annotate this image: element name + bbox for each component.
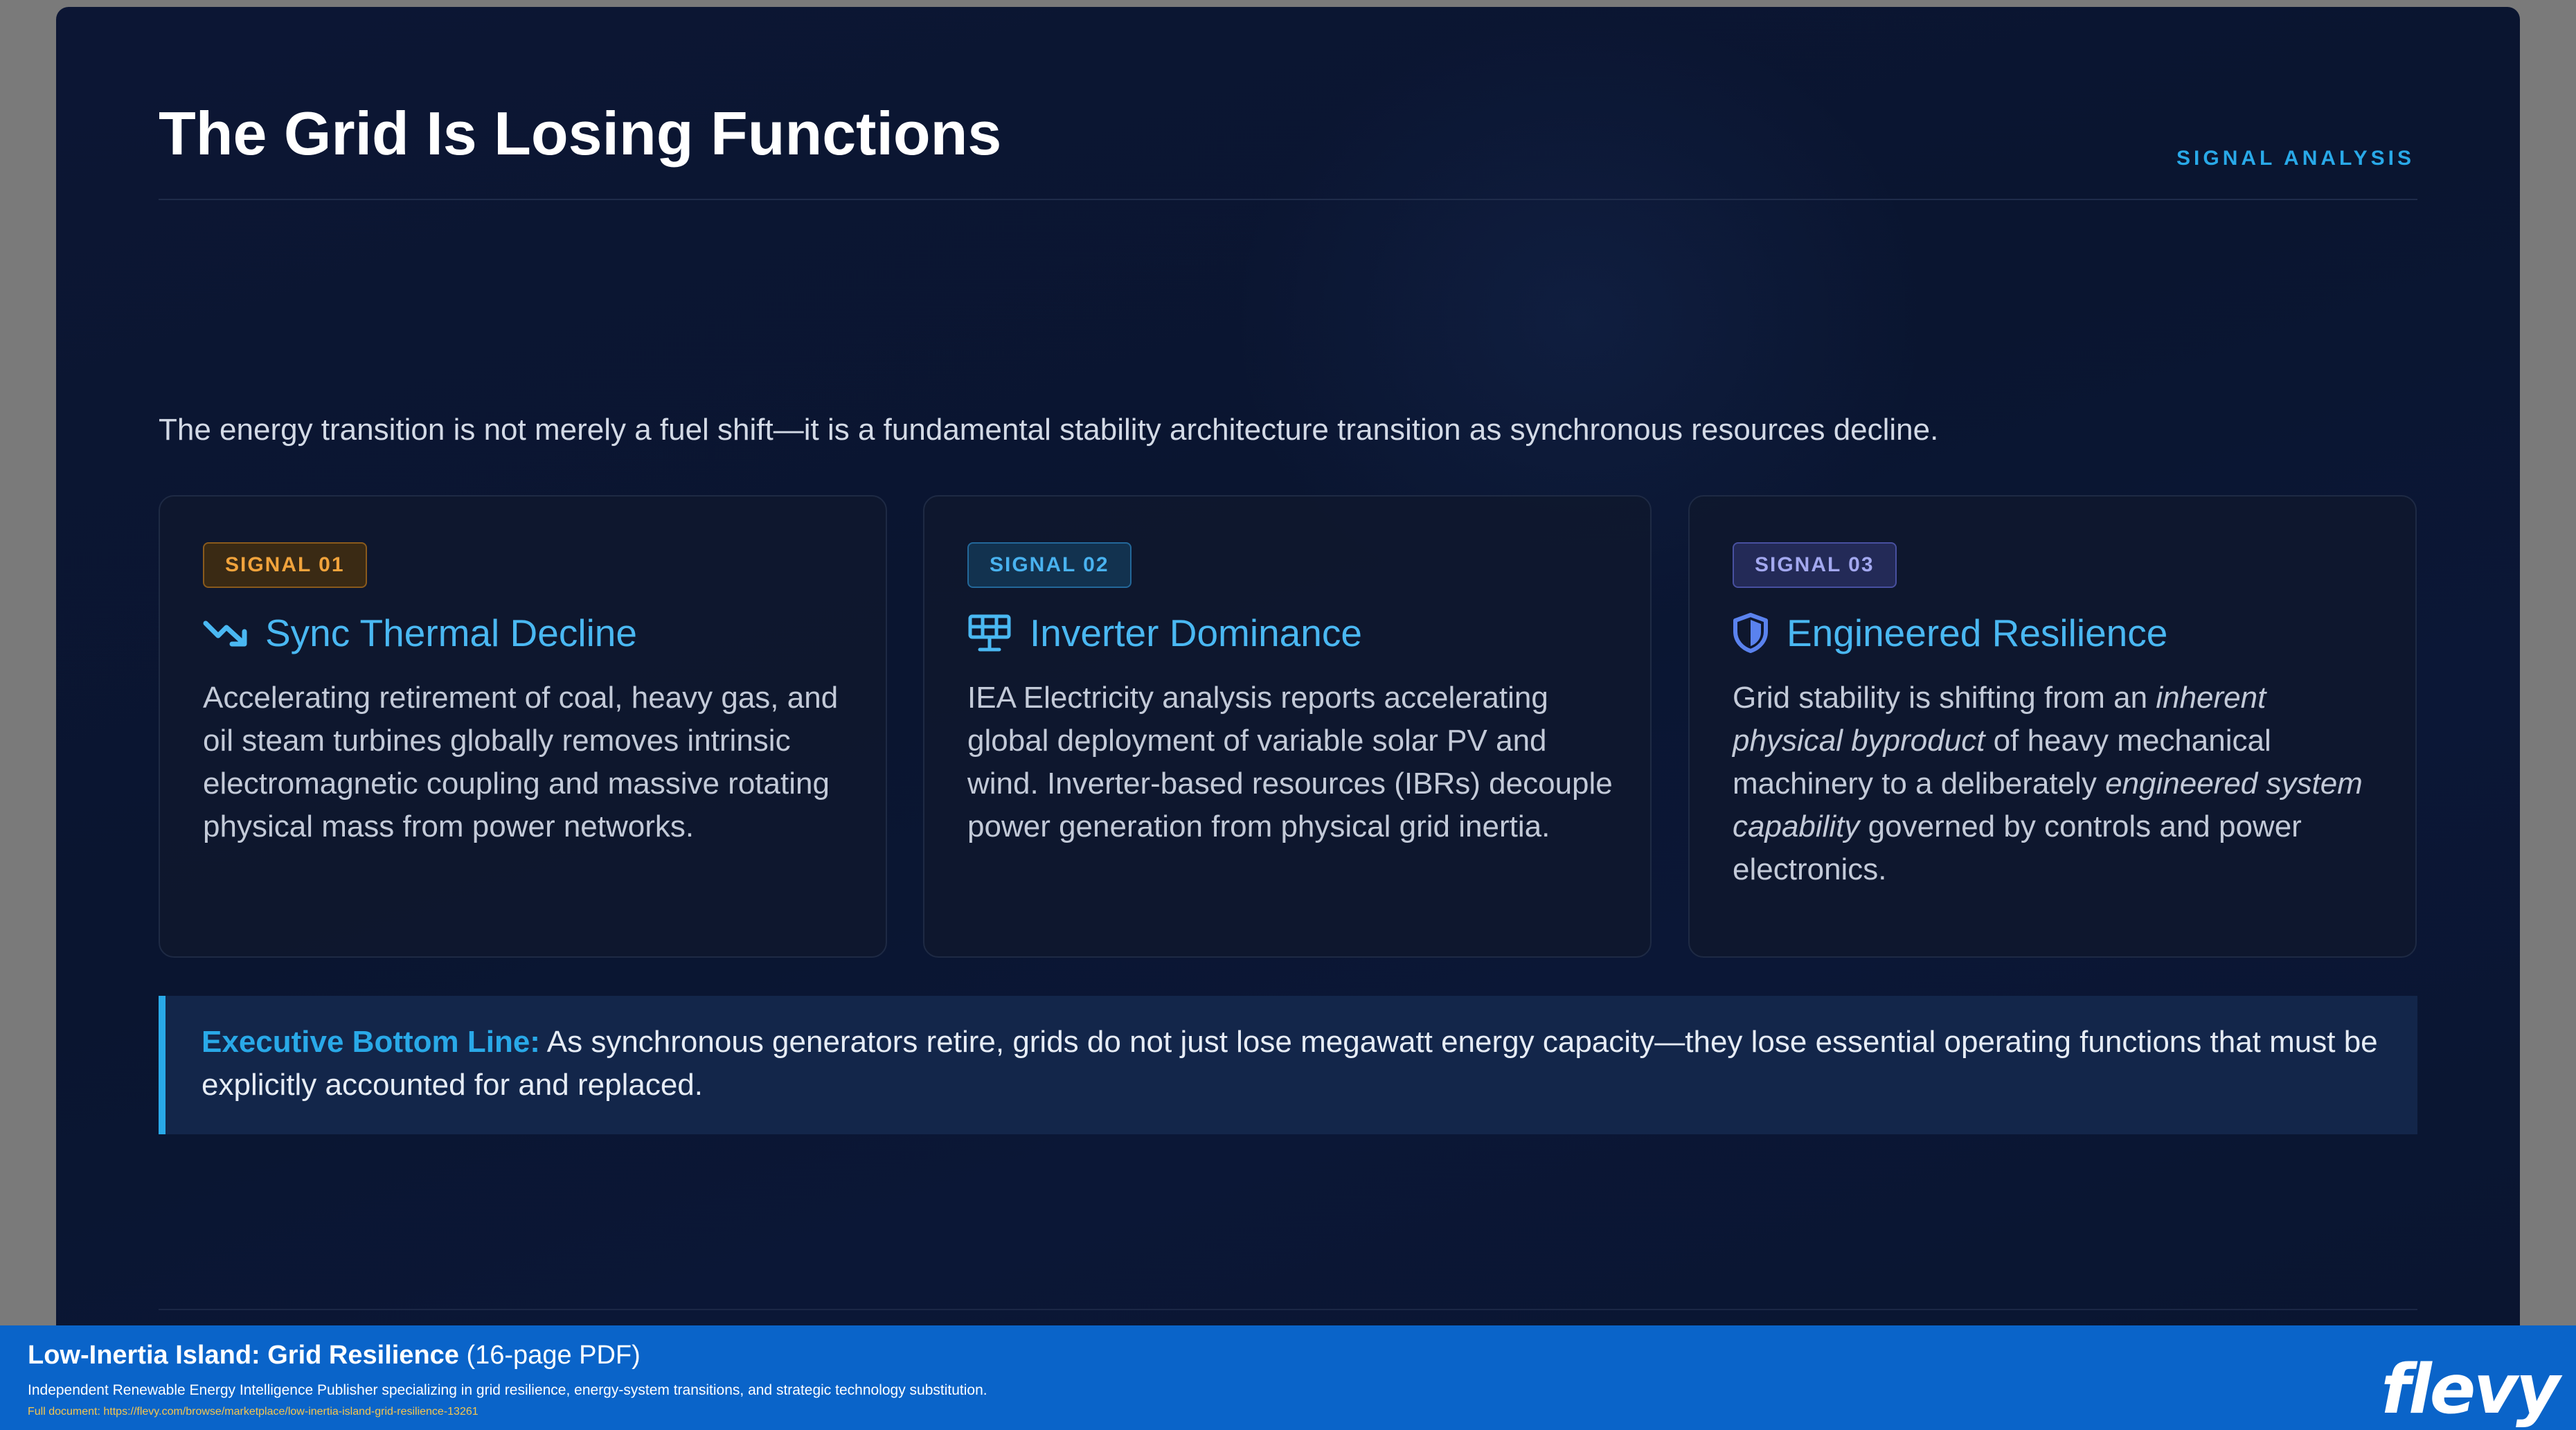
document-link[interactable]: Full document: https://flevy.com/browse/… [28, 1406, 478, 1418]
card-body: Grid stability is shifting from an inher… [1733, 677, 2383, 891]
document-title[interactable]: Low-Inertia Island: Grid Resilience (16-… [28, 1341, 641, 1370]
solar-panel-icon [968, 614, 1011, 652]
document-name: Low-Inertia Island: Grid Resilience [28, 1341, 459, 1370]
card-body: IEA Electricity analysis reports acceler… [967, 681, 1613, 843]
section-kicker: SIGNAL ANALYSIS [2176, 147, 2415, 170]
publisher-description: Independent Renewable Energy Intelligenc… [28, 1382, 987, 1398]
flevy-logo[interactable]: flevy [2381, 1350, 2560, 1429]
shield-icon [1733, 613, 1768, 653]
card-title: Engineered Resilience [1787, 611, 2168, 654]
signal-card-2: SIGNAL 02 Inverter Dominance IEA Electri… [923, 495, 1652, 958]
signal-card-3: SIGNAL 03 Engineered Resilience Grid sta… [1688, 495, 2417, 958]
card-title: Inverter Dominance [1030, 611, 1362, 654]
card-title: Sync Thermal Decline [265, 611, 637, 654]
signal-badge: SIGNAL 01 [203, 542, 367, 588]
intro-text: The energy transition is not merely a fu… [159, 413, 1939, 447]
signal-card-1: SIGNAL 01 Sync Thermal Decline Accelerat… [159, 495, 887, 958]
bottom-line-label: Executive Bottom Line: [202, 1025, 540, 1059]
title-divider [159, 199, 2417, 200]
footer-banner: Low-Inertia Island: Grid Resilience (16-… [0, 1325, 2576, 1430]
signal-badge: SIGNAL 02 [967, 542, 1132, 588]
card-body: Accelerating retirement of coal, heavy g… [203, 681, 839, 843]
signal-badge: SIGNAL 03 [1733, 542, 1897, 588]
slide-title: The Grid Is Losing Functions [159, 99, 1002, 168]
footer-divider [159, 1309, 2417, 1310]
trending-down-icon [203, 620, 247, 647]
body-text: Grid stability is shifting from an [1733, 681, 2156, 715]
page-count: (16-page PDF) [458, 1341, 641, 1370]
executive-bottom-line: Executive Bottom Line: As synchronous ge… [159, 996, 2417, 1134]
slide: The Grid Is Losing Functions SIGNAL ANAL… [56, 7, 2520, 1326]
